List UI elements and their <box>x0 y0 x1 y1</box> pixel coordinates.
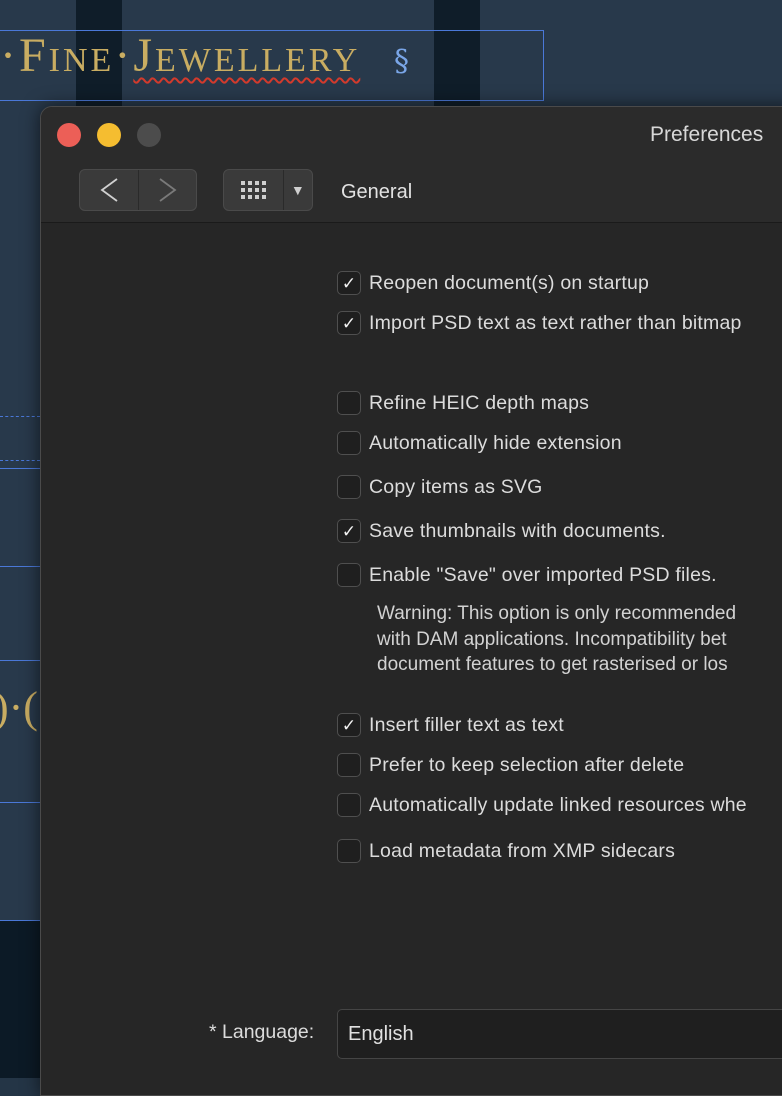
checkbox[interactable] <box>337 793 361 817</box>
heading-text[interactable]: ·Fine·Jewellery <box>0 28 360 83</box>
section-dropdown-button[interactable]: ▼ <box>282 170 312 210</box>
option-label: Load metadata from XMP sidecars <box>369 839 676 862</box>
warning-line: Warning: This option is only recommended <box>377 603 737 624</box>
paragraph-mark-icon: § <box>394 44 409 79</box>
guide-line <box>0 566 40 567</box>
show-all-button[interactable] <box>224 170 283 210</box>
toolbar: ▼ General <box>41 163 782 223</box>
heading-separator: · <box>114 29 134 82</box>
warning-line: with DAM applications. Incompatibility b… <box>377 628 727 650</box>
guide-line <box>0 416 40 417</box>
option-save-thumbnails[interactable]: ✓ Save thumbnails with documents. <box>337 518 666 544</box>
title-bar[interactable]: Preferences <box>41 107 782 163</box>
guide-line <box>0 460 40 461</box>
option-label: Copy items as SVG <box>369 475 543 498</box>
checkbox[interactable]: ✓ <box>337 519 361 543</box>
checkbox[interactable] <box>337 431 361 455</box>
canvas-text-fragment: )·( <box>0 683 38 732</box>
chevron-right-icon <box>158 178 177 202</box>
option-save-over-psd[interactable]: Enable "Save" over imported PSD files. <box>337 562 717 588</box>
language-select[interactable]: English <box>337 1009 782 1059</box>
heading-word-fine: Fine <box>18 29 115 82</box>
psd-warning-text: Warning: This option is only recommended… <box>377 601 782 678</box>
checkbox[interactable] <box>337 563 361 587</box>
dropdown-arrow-icon: ▼ <box>290 182 305 198</box>
section-title: General <box>341 181 413 203</box>
option-reopen-documents[interactable]: ✓ Reopen document(s) on startup <box>337 270 649 296</box>
checkmark-icon: ✓ <box>341 715 357 735</box>
checkbox[interactable]: ✓ <box>337 713 361 737</box>
language-label: * Language: <box>209 1021 315 1043</box>
grid-icon <box>240 181 266 199</box>
warning-line: document features to get rasterised or l… <box>377 654 728 675</box>
window-title: Preferences <box>650 123 764 146</box>
show-all-segment: ▼ <box>223 169 313 211</box>
option-copy-svg[interactable]: Copy items as SVG <box>337 474 543 500</box>
checkbox[interactable] <box>337 839 361 863</box>
chevron-left-icon <box>100 178 118 202</box>
checkbox[interactable]: ✓ <box>337 271 361 295</box>
zoom-button <box>137 123 161 147</box>
option-update-linked[interactable]: Automatically update linked resources wh… <box>337 792 747 818</box>
option-label: Refine HEIC depth maps <box>369 391 590 414</box>
option-label: Enable "Save" over imported PSD files. <box>369 563 717 586</box>
heading-word-jewellery: Jewellery <box>133 29 361 82</box>
back-button[interactable] <box>80 170 138 210</box>
checkmark-icon: ✓ <box>341 521 357 541</box>
checkbox[interactable] <box>337 475 361 499</box>
forward-button[interactable] <box>138 170 196 210</box>
option-filler-text[interactable]: ✓ Insert filler text as text <box>337 712 564 738</box>
checkbox[interactable]: ✓ <box>337 311 361 335</box>
preferences-window: Preferences ▼ General ✓ Reopen document(… <box>40 106 782 1096</box>
guide-line <box>0 468 40 469</box>
option-refine-heic[interactable]: Refine HEIC depth maps <box>337 390 589 416</box>
close-button[interactable] <box>57 123 81 147</box>
option-keep-selection[interactable]: Prefer to keep selection after delete <box>337 752 684 778</box>
option-label: Prefer to keep selection after delete <box>369 753 685 776</box>
option-label: Automatically hide extension <box>369 431 622 454</box>
language-value: English <box>348 1022 414 1045</box>
option-xmp-sidecars[interactable]: Load metadata from XMP sidecars <box>337 838 675 864</box>
guide-line <box>0 660 40 661</box>
option-label: Insert filler text as text <box>369 713 564 736</box>
heading-prefix: · <box>0 29 19 82</box>
guide-line <box>0 802 40 803</box>
general-preferences-panel: ✓ Reopen document(s) on startup ✓ Import… <box>41 223 782 1095</box>
option-label: Import PSD text as text rather than bitm… <box>369 311 742 334</box>
checkmark-icon: ✓ <box>341 273 357 293</box>
navigation-segment <box>79 169 197 211</box>
option-label: Reopen document(s) on startup <box>369 271 650 294</box>
option-hide-extension[interactable]: Automatically hide extension <box>337 430 622 456</box>
checkmark-icon: ✓ <box>341 313 357 333</box>
checkbox[interactable] <box>337 391 361 415</box>
minimize-button[interactable] <box>97 123 121 147</box>
option-label: Save thumbnails with documents. <box>369 519 666 542</box>
guide-line <box>0 920 40 921</box>
checkbox[interactable] <box>337 753 361 777</box>
option-import-psd-text[interactable]: ✓ Import PSD text as text rather than bi… <box>337 310 742 336</box>
option-label: Automatically update linked resources wh… <box>369 793 747 816</box>
